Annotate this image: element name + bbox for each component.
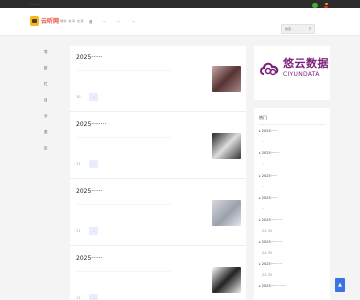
post-excerpt: ········································… xyxy=(76,68,172,72)
post-title[interactable]: 2025······ xyxy=(76,255,103,262)
back-to-top-button[interactable]: ▲ xyxy=(335,278,345,292)
hot-post-date: 04-30 xyxy=(262,229,273,233)
hot-post-date: ·· xyxy=(262,140,265,144)
post-thumbnail[interactable] xyxy=(212,267,241,293)
hot-post-label: 2025·········· xyxy=(261,262,282,266)
post-thumbnail[interactable] xyxy=(212,133,241,159)
hot-post-link[interactable]: ▸2025·········· xyxy=(259,240,282,244)
nav-item-home[interactable]: 首 xyxy=(89,20,93,25)
hot-post-link[interactable]: ▸2025······ xyxy=(259,129,277,133)
hot-post-label: 2025······ xyxy=(261,129,278,133)
logo-slogan: 倾听·共享·交流 xyxy=(60,19,84,23)
hot-post-label: 2025······ xyxy=(261,196,278,200)
logo-text[interactable]: 云听网 xyxy=(41,16,59,25)
post-list: 2025······ ·····························… xyxy=(70,46,246,300)
post-excerpt: ········································… xyxy=(76,135,172,139)
post-excerpt: ········································… xyxy=(76,202,172,206)
hot-post-label: 2025·········· xyxy=(261,240,282,244)
hot-post-link[interactable]: ▸2025·········· xyxy=(259,218,282,222)
hot-post-link[interactable]: ▸2025·········· xyxy=(259,262,282,266)
hot-post-link[interactable]: ▸2025······ xyxy=(259,196,277,200)
hot-post-date: 04-30 xyxy=(262,251,273,255)
hot-post-date: ·· xyxy=(262,185,265,189)
left-nav-item[interactable]: 分 xyxy=(44,114,48,119)
hot-posts-title: 热门 xyxy=(259,115,267,120)
cloud-logo-icon xyxy=(260,62,279,76)
post-excerpt: ········································… xyxy=(76,269,172,273)
hot-post-label: 2025·········· xyxy=(261,218,282,222)
post-excerpt-more: ·· xyxy=(76,280,78,284)
hot-post-link[interactable]: ▸2025········ xyxy=(259,151,280,155)
post-title[interactable]: 2025······ xyxy=(76,54,103,61)
ad-subtitle: CIYUNDATA xyxy=(283,71,320,78)
left-nav-item[interactable]: 类 xyxy=(44,130,48,135)
post-card[interactable]: 2025······ ·····························… xyxy=(70,46,246,112)
post-card[interactable]: 2025········ ···························… xyxy=(70,113,246,179)
nav-item-2[interactable]: ··· xyxy=(103,20,106,24)
post-excerpt-more: ·· xyxy=(76,213,78,217)
post-tag[interactable]: ··· xyxy=(89,160,98,168)
post-title[interactable]: 2025······ xyxy=(76,188,103,195)
top-bar-text: ········· xyxy=(30,2,39,6)
top-bar: ········· xyxy=(0,0,360,8)
hot-post-label: 2025·············· xyxy=(261,284,287,288)
left-nav-item[interactable]: 导 xyxy=(44,50,48,55)
post-card[interactable]: 2025······ ·····························… xyxy=(70,247,246,300)
nav-item-4[interactable]: ··· xyxy=(132,20,135,24)
divider xyxy=(259,124,325,125)
hot-post-date: ·· xyxy=(262,162,265,166)
post-tag[interactable]: ··· xyxy=(89,93,98,101)
post-thumbnail[interactable] xyxy=(212,66,241,92)
hot-post-date: ·· xyxy=(262,207,265,211)
search-icon[interactable]: ⚲ xyxy=(306,25,314,33)
post-card[interactable]: 2025······ ·····························… xyxy=(70,180,246,246)
hot-post-date: 04-30 xyxy=(262,273,273,277)
post-thumbnail[interactable] xyxy=(212,200,241,226)
post-views: 10 xyxy=(76,95,81,99)
post-views: 11 xyxy=(76,296,81,300)
hot-post-label: 2025········ xyxy=(261,151,280,155)
post-tag[interactable]: ··· xyxy=(89,227,98,235)
post-tag[interactable]: ··· xyxy=(89,294,98,300)
logo-icon[interactable] xyxy=(30,16,39,26)
post-title[interactable]: 2025········ xyxy=(76,121,107,128)
left-nav-item[interactable]: 航 xyxy=(44,66,48,71)
post-excerpt-more: ·· xyxy=(76,79,78,83)
ad-banner[interactable]: 悠云数据 CIYUNDATA xyxy=(254,46,330,100)
hot-posts-panel: 热门 ▸2025······ ·· ▸2025········ ·· ▸2025… xyxy=(254,108,330,300)
post-views: 11 xyxy=(76,162,81,166)
hot-post-link[interactable]: ▸2025······ xyxy=(259,174,277,178)
arrow-up-icon: ▲ xyxy=(338,282,342,288)
site-header: 云听网 倾听·共享·交流 首 ··· ··· ··· ⚲ xyxy=(0,8,360,36)
hot-post-link[interactable]: ▸2025·············· xyxy=(259,284,286,288)
left-nav-item[interactable]: 栏 xyxy=(44,82,48,87)
left-nav-item[interactable]: 目 xyxy=(44,98,48,103)
post-views: 11 xyxy=(76,229,81,233)
post-excerpt-more: ·· xyxy=(76,146,78,150)
ad-title: 悠云数据 xyxy=(283,57,329,70)
hot-post-label: 2025······ xyxy=(261,174,278,178)
nav-item-3[interactable]: ··· xyxy=(117,20,120,24)
left-nav-item[interactable]: 区 xyxy=(44,146,48,151)
